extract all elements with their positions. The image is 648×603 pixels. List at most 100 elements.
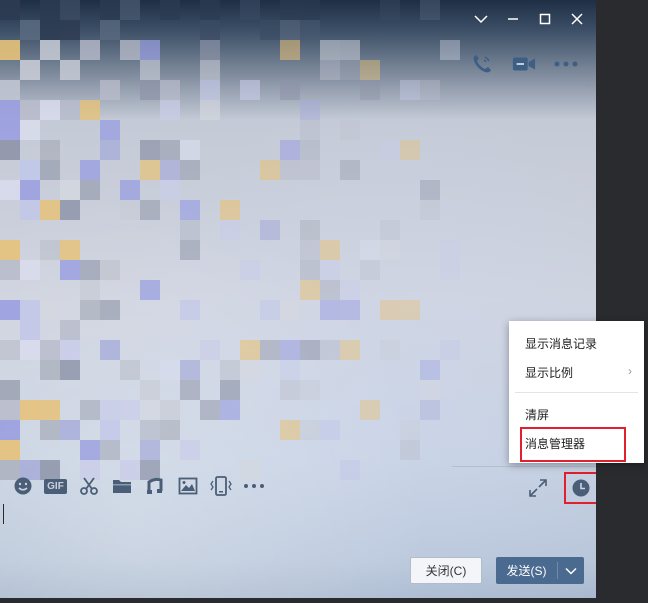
close-icon[interactable] <box>566 8 588 30</box>
mosaic-tile <box>340 460 360 480</box>
mosaic-tile <box>380 220 400 240</box>
maximize-icon[interactable] <box>534 8 556 30</box>
mosaic-tile <box>440 260 460 280</box>
mosaic-tile <box>80 100 100 120</box>
music-icon[interactable] <box>138 474 171 498</box>
shake-icon[interactable] <box>204 474 237 498</box>
mosaic-tile <box>420 360 440 380</box>
folder-icon[interactable] <box>105 474 138 498</box>
mosaic-tile <box>300 260 320 280</box>
mosaic-tile <box>140 400 160 420</box>
mosaic-tile <box>180 200 200 220</box>
mosaic-tile <box>300 280 320 300</box>
chevron-down-icon[interactable] <box>470 8 492 30</box>
mosaic-tile <box>160 360 180 380</box>
mosaic-tile <box>100 420 120 440</box>
close-button[interactable]: 关闭(C) <box>410 557 482 584</box>
collapse-panel-icon[interactable]: ⌃ <box>584 82 593 95</box>
mosaic-tile <box>320 420 340 440</box>
mosaic-tile <box>180 360 200 380</box>
mosaic-tile <box>40 0 60 20</box>
send-button[interactable]: 发送(S) <box>496 557 584 584</box>
mosaic-tile <box>200 0 220 20</box>
menu-item-message-manager[interactable]: 消息管理器 <box>509 430 644 456</box>
menu-item-show-history[interactable]: 显示消息记录 <box>509 330 644 356</box>
mosaic-tile <box>40 160 60 180</box>
mosaic-tile <box>440 240 460 260</box>
mosaic-tile <box>160 160 180 180</box>
mosaic-tile <box>200 20 220 40</box>
mosaic-tile <box>200 400 220 420</box>
mosaic-tile <box>40 300 60 320</box>
mosaic-tile <box>60 200 80 220</box>
menu-item-label: 显示比例 <box>525 365 574 380</box>
mosaic-tile <box>60 60 80 80</box>
mosaic-tile <box>280 0 300 20</box>
input-divider <box>452 466 596 467</box>
image-icon[interactable] <box>171 474 204 498</box>
more-icon[interactable] <box>237 474 270 498</box>
mosaic-tile <box>300 160 320 180</box>
mosaic-tile <box>0 140 20 160</box>
mosaic-tile <box>0 0 20 20</box>
mosaic-tile <box>160 100 180 120</box>
mosaic-tile <box>40 200 60 220</box>
phone-icon[interactable] <box>470 52 494 76</box>
mosaic-tile <box>140 40 160 60</box>
mosaic-tile <box>160 420 180 440</box>
mosaic-tile <box>380 240 400 260</box>
message-input[interactable] <box>0 500 596 550</box>
context-menu: 显示消息记录 显示比例 › 清屏 消息管理器 <box>509 321 644 463</box>
mosaic-tile <box>20 200 40 220</box>
expand-icon[interactable] <box>526 476 550 500</box>
minimize-icon[interactable] <box>502 8 524 30</box>
mosaic-tile <box>60 420 80 440</box>
mosaic-tile <box>180 380 200 400</box>
mosaic-tile <box>40 20 60 40</box>
mosaic-tile <box>260 340 280 360</box>
mosaic-tile <box>340 340 360 360</box>
mosaic-tile <box>120 360 140 380</box>
chevron-down-icon[interactable] <box>558 557 584 584</box>
mosaic-tile <box>360 80 380 100</box>
mosaic-tile <box>340 120 360 140</box>
mosaic-tile <box>80 260 100 280</box>
menu-item-clear-screen[interactable]: 清屏 <box>509 401 644 427</box>
mosaic-tile <box>280 360 300 380</box>
mosaic-tile <box>0 380 20 400</box>
chat-header-actions <box>470 52 578 76</box>
mosaic-tile <box>240 340 260 360</box>
mosaic-tile <box>160 0 180 20</box>
mosaic-tile <box>320 340 340 360</box>
mosaic-tile <box>240 360 260 380</box>
mosaic-tile <box>100 120 120 140</box>
emoji-icon[interactable] <box>6 474 39 498</box>
mosaic-tile <box>0 180 20 200</box>
scissors-icon[interactable] <box>72 474 105 498</box>
more-icon[interactable] <box>554 52 578 76</box>
send-label: 发送(S) <box>506 564 547 578</box>
mosaic-tile <box>40 240 60 260</box>
mosaic-tile <box>0 340 20 360</box>
mosaic-tile <box>180 300 200 320</box>
mosaic-tile <box>0 400 20 420</box>
mosaic-tile <box>260 220 280 240</box>
mosaic-tile <box>0 420 20 440</box>
chevron-right-icon: › <box>628 364 632 378</box>
video-call-icon[interactable] <box>512 52 536 76</box>
mosaic-tile <box>40 420 60 440</box>
mosaic-tile <box>260 20 280 40</box>
mosaic-tile <box>260 160 280 180</box>
mosaic-tile <box>80 400 100 420</box>
menu-item-display-scale[interactable]: 显示比例 › <box>509 359 644 385</box>
mosaic-tile <box>320 40 340 60</box>
mosaic-tile <box>200 100 220 120</box>
mosaic-tile <box>360 400 380 420</box>
mosaic-tile <box>220 360 240 380</box>
chat-window: ⌃ GIF 关闭(C) 发送(S) <box>0 0 596 598</box>
mosaic-tile <box>300 100 320 120</box>
mosaic-tile <box>140 80 160 100</box>
gif-icon[interactable]: GIF <box>39 474 72 498</box>
mosaic-tile <box>20 120 40 140</box>
mosaic-tile <box>320 240 340 260</box>
